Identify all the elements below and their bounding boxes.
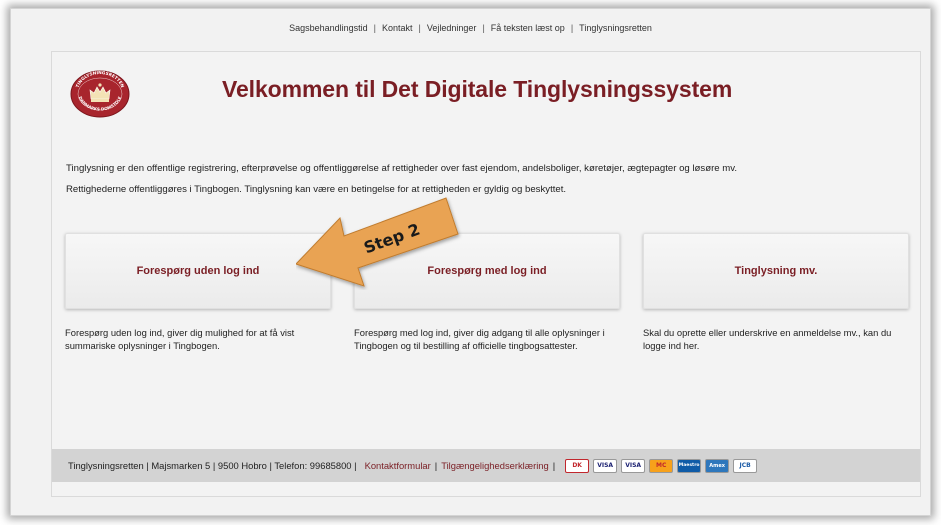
maestro-icon: Maestro [677,458,702,473]
intro-text-line2: Rettighederne offentliggøres i Tingbogen… [66,184,567,195]
nav-link-kontakt[interactable]: Kontakt [382,23,413,33]
card-description: Forespørg med log ind, giver dig adgang … [354,327,605,351]
nav-link-sagsbehandlingstid[interactable]: Sagsbehandlingstid [289,23,368,33]
query-without-login-button[interactable]: Forespørg uden log ind [65,233,331,309]
footer: Tinglysningsretten | Majsmarken 5 | 9500… [52,449,920,482]
visa-electron-icon: VISA [621,458,646,473]
nav-separator: | [418,23,421,33]
browser-frame: Sagsbehandlingstid | Kontakt | Vejledninger |… [10,8,931,516]
card-label: Forespørg uden log ind [136,265,260,277]
mastercard-icon: MC [649,458,674,473]
nav-link-vejledninger[interactable]: Vejledninger [427,23,477,33]
tinglysning-button[interactable]: Tinglysning mv. [643,233,909,309]
nav-separator: | [373,23,377,33]
nav-separator: | [482,23,485,33]
main-panel: TINGLYSNINGSRETTEN DANMARKS DOMSTOLE Vel… [51,51,921,497]
footer-contact-info: Tinglysningsretten | Majsmarken 5 | 9500… [68,460,357,471]
nav-link-read-aloud[interactable]: Få teksten læst op [491,23,565,33]
amex-icon: Amex [705,458,730,473]
page-title: Velkommen til Det Digitale Tinglysningss… [222,76,733,102]
payment-cards: DK VISA VISA MC Maestro Amex JCB [565,458,758,473]
intro-text-line1: Tinglysning er den offentlige registreri… [66,163,738,174]
tinglysningsretten-logo[interactable]: TINGLYSNINGSRETTEN DANMARKS DOMSTOLE [70,70,130,118]
accessibility-statement-link[interactable]: Tilgængelighedserklæring [441,460,549,471]
footer-separator: | [552,460,556,471]
card-description: Skal du oprette eller underskrive en anm… [643,327,892,351]
step-annotation-arrow: Step 2 [296,197,459,287]
contact-form-link[interactable]: Kontaktformular [365,460,431,471]
visa-icon: VISA [593,458,618,473]
top-navigation: Sagsbehandlingstid | Kontakt | Vejledninger |… [11,23,930,33]
dankort-icon: DK [565,458,590,473]
card-label: Tinglysning mv. [734,265,818,277]
nav-link-tinglysningsretten[interactable]: Tinglysningsretten [579,23,652,33]
nav-separator: | [570,23,574,33]
jcb-icon: JCB [733,458,758,473]
card-description: Forespørg uden log ind, giver dig muligh… [65,327,295,351]
footer-separator: | [434,460,438,471]
